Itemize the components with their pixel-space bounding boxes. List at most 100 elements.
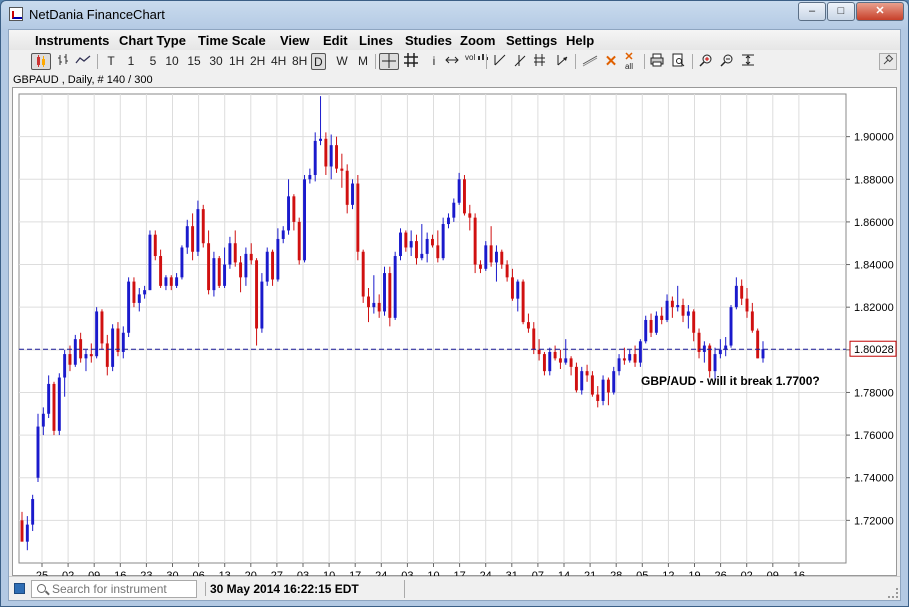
candle-body: [228, 243, 232, 265]
interval-monthly[interactable]: M: [356, 53, 370, 70]
candle-body: [409, 241, 413, 248]
menu-zoom[interactable]: Zoom: [460, 33, 495, 48]
interval-30-min[interactable]: 30: [209, 53, 223, 70]
candle-body: [484, 245, 488, 269]
print-icon[interactable]: [650, 53, 664, 70]
info-icon[interactable]: i: [427, 53, 441, 70]
candle-body: [324, 138, 328, 167]
menu-studies[interactable]: Studies: [405, 33, 452, 48]
toolbar-separator: [97, 54, 98, 69]
menu-chart-type[interactable]: Chart Type: [119, 33, 186, 48]
interval-15-min[interactable]: 15: [187, 53, 201, 70]
trend-line-icon[interactable]: [493, 53, 507, 70]
candle-body: [260, 281, 264, 329]
candle-body: [89, 354, 93, 357]
status-icon[interactable]: [14, 583, 25, 594]
title-bar[interactable]: NetDania FinanceChart – □ ✕: [1, 1, 908, 29]
candle-body: [441, 224, 445, 259]
pitchfork-icon[interactable]: [533, 53, 547, 70]
candle-body: [223, 264, 227, 286]
plot-border: [18, 93, 847, 564]
search-input[interactable]: [52, 581, 192, 597]
line-chart-icon[interactable]: [75, 53, 91, 70]
interval-10-min[interactable]: 10: [165, 53, 179, 70]
menu-bar: Instruments Chart Type Time Scale View E…: [9, 30, 900, 50]
candle-body: [558, 358, 562, 363]
candle-body: [116, 328, 120, 352]
candle-body: [500, 251, 504, 265]
interval-8-hour[interactable]: 8H: [292, 53, 307, 70]
candle-body: [191, 226, 195, 252]
volume-icon[interactable]: vol: [465, 53, 491, 70]
interval-weekly[interactable]: W: [335, 53, 349, 70]
candle-body: [111, 328, 115, 367]
pin-panel-icon[interactable]: [879, 53, 897, 70]
candle-body: [463, 179, 466, 214]
candle-body: [287, 196, 291, 231]
menu-lines[interactable]: Lines: [359, 33, 393, 48]
chart-candles: [20, 96, 765, 551]
draw-line-icon[interactable]: [582, 53, 598, 70]
interval-daily[interactable]: D: [311, 53, 326, 70]
candle-body: [553, 351, 557, 359]
interval-2-hour[interactable]: 2H: [250, 53, 265, 70]
candle-body: [63, 354, 67, 378]
interval-5-min[interactable]: 5: [146, 53, 160, 70]
candle-body: [233, 243, 237, 263]
candle-body: [292, 196, 296, 222]
status-bar: 30 May 2014 16:22:15 EDT: [9, 576, 900, 600]
grid-icon[interactable]: [404, 53, 418, 70]
menu-view[interactable]: View: [280, 33, 309, 48]
interval-1-min[interactable]: 1: [124, 53, 138, 70]
zoom-out-icon[interactable]: [720, 53, 734, 70]
candle-body: [510, 277, 514, 299]
zoom-in-icon[interactable]: [699, 53, 713, 70]
candlestick-chart[interactable]: 1.720001.740001.760001.780001.800001.820…: [13, 88, 898, 596]
chart-area[interactable]: 1.720001.740001.760001.780001.800001.820…: [12, 87, 898, 596]
delete-all-drawings-icon[interactable]: ✕ all: [622, 52, 636, 72]
minimize-button[interactable]: –: [798, 2, 826, 21]
status-divider: [404, 580, 405, 598]
toolbar-separator: [486, 54, 487, 69]
close-button[interactable]: ✕: [856, 2, 904, 21]
instrument-search[interactable]: [31, 580, 197, 598]
candle-body: [217, 258, 221, 286]
menu-help[interactable]: Help: [566, 33, 594, 48]
candle-body: [569, 358, 573, 367]
menu-edit[interactable]: Edit: [323, 33, 348, 48]
interval-tick[interactable]: T: [104, 53, 118, 70]
menu-instruments[interactable]: Instruments: [35, 33, 109, 48]
candle-body: [644, 319, 648, 342]
candle-body: [180, 247, 184, 278]
menu-time-scale[interactable]: Time Scale: [198, 33, 266, 48]
menu-settings[interactable]: Settings: [506, 33, 557, 48]
candle-body: [601, 379, 605, 401]
candle-body: [622, 358, 626, 361]
candle-body: [756, 330, 760, 359]
candle-body: [590, 375, 594, 395]
maximize-button[interactable]: □: [827, 2, 855, 21]
horizontal-scroll-icon[interactable]: [445, 53, 459, 70]
y-tick-label: 1.74000: [854, 473, 894, 485]
toolbar-separator: [692, 54, 693, 69]
bar-chart-icon[interactable]: [55, 53, 71, 70]
zoom-fit-icon[interactable]: [741, 53, 755, 70]
candle-body: [105, 343, 109, 367]
interval-1-hour[interactable]: 1H: [229, 53, 244, 70]
candlestick-chart-icon[interactable]: [31, 53, 51, 70]
instrument-info: GBPAUD , Daily, # 140 / 300: [13, 74, 153, 86]
fibonacci-icon[interactable]: [513, 53, 527, 70]
candle-body: [628, 354, 632, 361]
resize-grip-icon[interactable]: [888, 588, 898, 598]
arrow-pointer-icon[interactable]: [555, 53, 569, 70]
interval-4-hour[interactable]: 4H: [271, 53, 286, 70]
candle-body: [361, 251, 365, 297]
delete-drawing-icon[interactable]: ✕: [604, 53, 618, 70]
candle-body: [447, 217, 450, 225]
candle-body: [100, 311, 104, 344]
candle-body: [606, 379, 610, 393]
candle-body: [153, 234, 157, 257]
candle-body: [249, 253, 253, 261]
print-preview-icon[interactable]: [671, 53, 685, 70]
crosshair-icon[interactable]: [379, 53, 399, 70]
